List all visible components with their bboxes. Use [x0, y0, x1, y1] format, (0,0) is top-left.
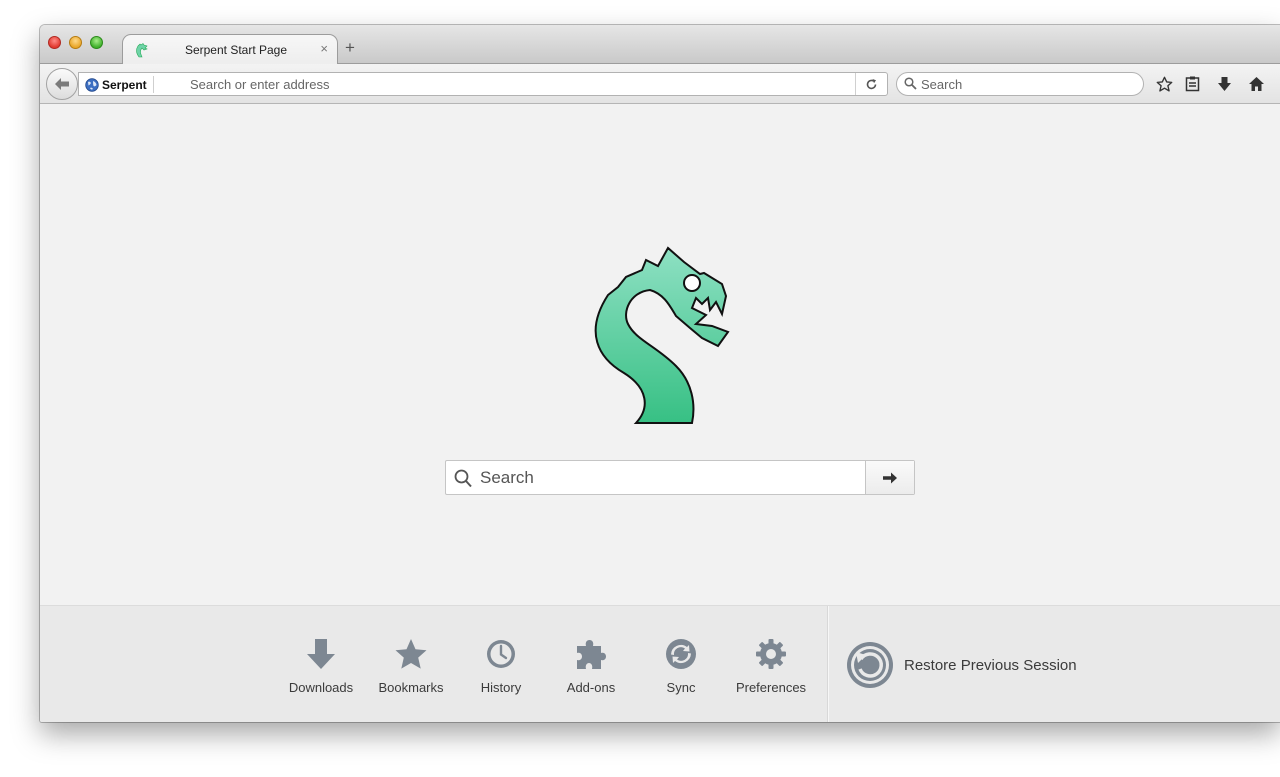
launcher-bar: Downloads Bookmarks History Add-ons Sync… [40, 605, 1280, 722]
site-identity[interactable]: Serpent [85, 76, 154, 93]
new-tab-button[interactable]: + [345, 38, 355, 58]
tab-close-icon[interactable]: × [320, 41, 328, 56]
back-arrow-icon [55, 78, 69, 90]
sync-icon [666, 639, 696, 669]
launcher-label: History [480, 680, 522, 695]
window-minimize-button[interactable] [69, 36, 82, 49]
toolbar-search-input[interactable] [921, 75, 1131, 93]
download-arrow-icon [1217, 77, 1231, 91]
navigation-toolbar: Serpent [40, 64, 1280, 104]
globe-icon [85, 77, 99, 92]
tab-strip: Serpent Start Page × + [40, 25, 1280, 65]
magnifier-icon [904, 77, 917, 90]
puzzle-icon [577, 640, 606, 669]
site-identity-label: Serpent [102, 77, 147, 92]
launcher-divider [827, 606, 828, 722]
start-page-content [40, 105, 1280, 605]
launcher-label: Bookmarks [378, 680, 444, 695]
start-page-search-input[interactable] [480, 466, 860, 490]
arrow-right-icon [883, 472, 897, 483]
bookmarks-menu-button[interactable] [1181, 74, 1203, 94]
launcher-history[interactable]: History [456, 636, 546, 696]
launcher-sync[interactable]: Sync [636, 636, 726, 696]
address-input[interactable] [190, 74, 880, 94]
launcher-preferences[interactable]: Preferences [726, 636, 816, 696]
reload-icon [866, 78, 877, 89]
tab-serpent-start-page[interactable]: Serpent Start Page × [122, 34, 338, 65]
reload-button[interactable] [855, 73, 887, 95]
launcher-downloads[interactable]: Downloads [276, 636, 366, 696]
launcher-label: Sync [666, 680, 696, 695]
magnifier-icon [454, 469, 472, 488]
window-close-button[interactable] [48, 36, 61, 49]
toolbar-search-bar[interactable] [896, 72, 1144, 96]
serpent-logo-icon [594, 246, 730, 424]
home-icon [1248, 77, 1264, 91]
restore-session-button[interactable]: Restore Previous Session [846, 640, 1077, 690]
download-icon [307, 639, 335, 669]
launcher-label: Downloads [288, 680, 354, 695]
identity-separator [152, 76, 154, 93]
launcher-bookmarks[interactable]: Bookmarks [366, 636, 456, 696]
clock-icon [487, 640, 515, 668]
downloads-toolbar-button[interactable] [1213, 74, 1235, 94]
bookmarks-list-icon [1185, 76, 1199, 92]
restore-session-icon [847, 642, 893, 688]
star-outline-icon [1156, 76, 1172, 92]
tab-title: Serpent Start Page [184, 43, 288, 57]
restore-session-label: Restore Previous Session [904, 656, 1077, 674]
url-bar[interactable]: Serpent [78, 72, 888, 96]
start-page-search[interactable] [445, 460, 915, 495]
serpent-favicon-icon [136, 43, 148, 58]
star-icon [395, 639, 427, 669]
launcher-label: Preferences [735, 680, 807, 695]
launcher-addons[interactable]: Add-ons [546, 636, 636, 696]
bookmark-star-button[interactable] [1153, 74, 1175, 94]
back-button[interactable] [46, 68, 78, 100]
search-go-button[interactable] [865, 461, 914, 494]
gear-icon [756, 639, 786, 669]
home-button[interactable] [1245, 74, 1267, 94]
window-zoom-button[interactable] [90, 36, 103, 49]
browser-window: Serpent Start Page × + Serpent Search or… [40, 25, 1280, 722]
launcher-label: Add-ons [566, 680, 616, 695]
